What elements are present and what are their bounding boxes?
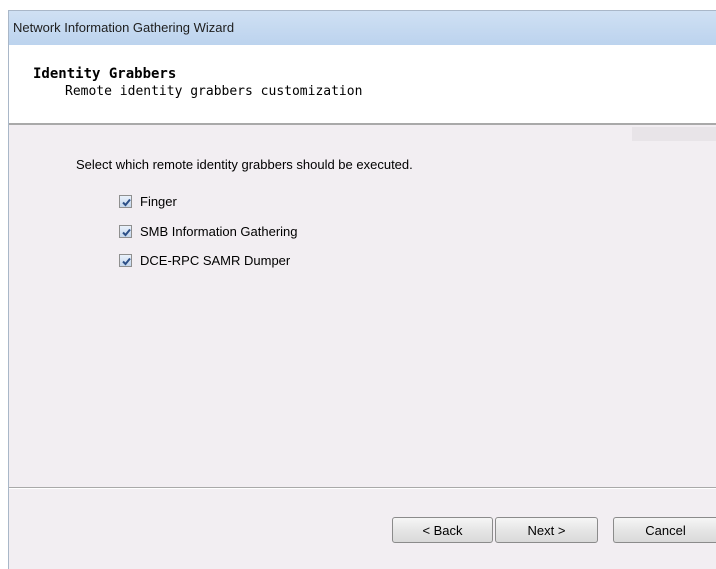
page-title: Identity Grabbers	[33, 66, 177, 82]
dce-rpc-samr-dumper-label: DCE-RPC SAMR Dumper	[140, 252, 291, 268]
back-button[interactable]: < Back	[392, 517, 493, 543]
dce-rpc-samr-dumper-checkbox[interactable]	[119, 253, 132, 267]
cancel-button[interactable]: Cancel	[613, 517, 716, 543]
footer-divider	[9, 487, 716, 489]
wizard-body: Select which remote identity grabbers sh…	[9, 127, 716, 487]
wizard-header: Identity Grabbers Remote identity grabbe…	[9, 45, 716, 125]
finger-option[interactable]: Finger	[119, 193, 177, 209]
dce-rpc-samr-dumper-option[interactable]: DCE-RPC SAMR Dumper	[119, 252, 290, 268]
smb-information-gathering-option[interactable]: SMB Information Gathering	[119, 223, 298, 239]
finger-checkbox[interactable]	[119, 194, 132, 208]
wizard-window: Network Information Gathering Wizard Ide…	[8, 10, 716, 569]
next-button[interactable]: Next >	[495, 517, 598, 543]
instruction-text: Select which remote identity grabbers sh…	[76, 157, 413, 172]
checkmark-icon	[122, 257, 131, 265]
checkmark-icon	[122, 228, 131, 236]
finger-label: Finger	[140, 193, 177, 209]
window-titlebar[interactable]: Network Information Gathering Wizard	[9, 11, 716, 45]
checkmark-icon	[122, 198, 131, 206]
page-subtitle: Remote identity grabbers customization	[65, 84, 363, 99]
smb-information-gathering-checkbox[interactable]	[119, 224, 132, 238]
window-title: Network Information Gathering Wizard	[13, 20, 235, 35]
smb-information-gathering-label: SMB Information Gathering	[140, 223, 298, 239]
